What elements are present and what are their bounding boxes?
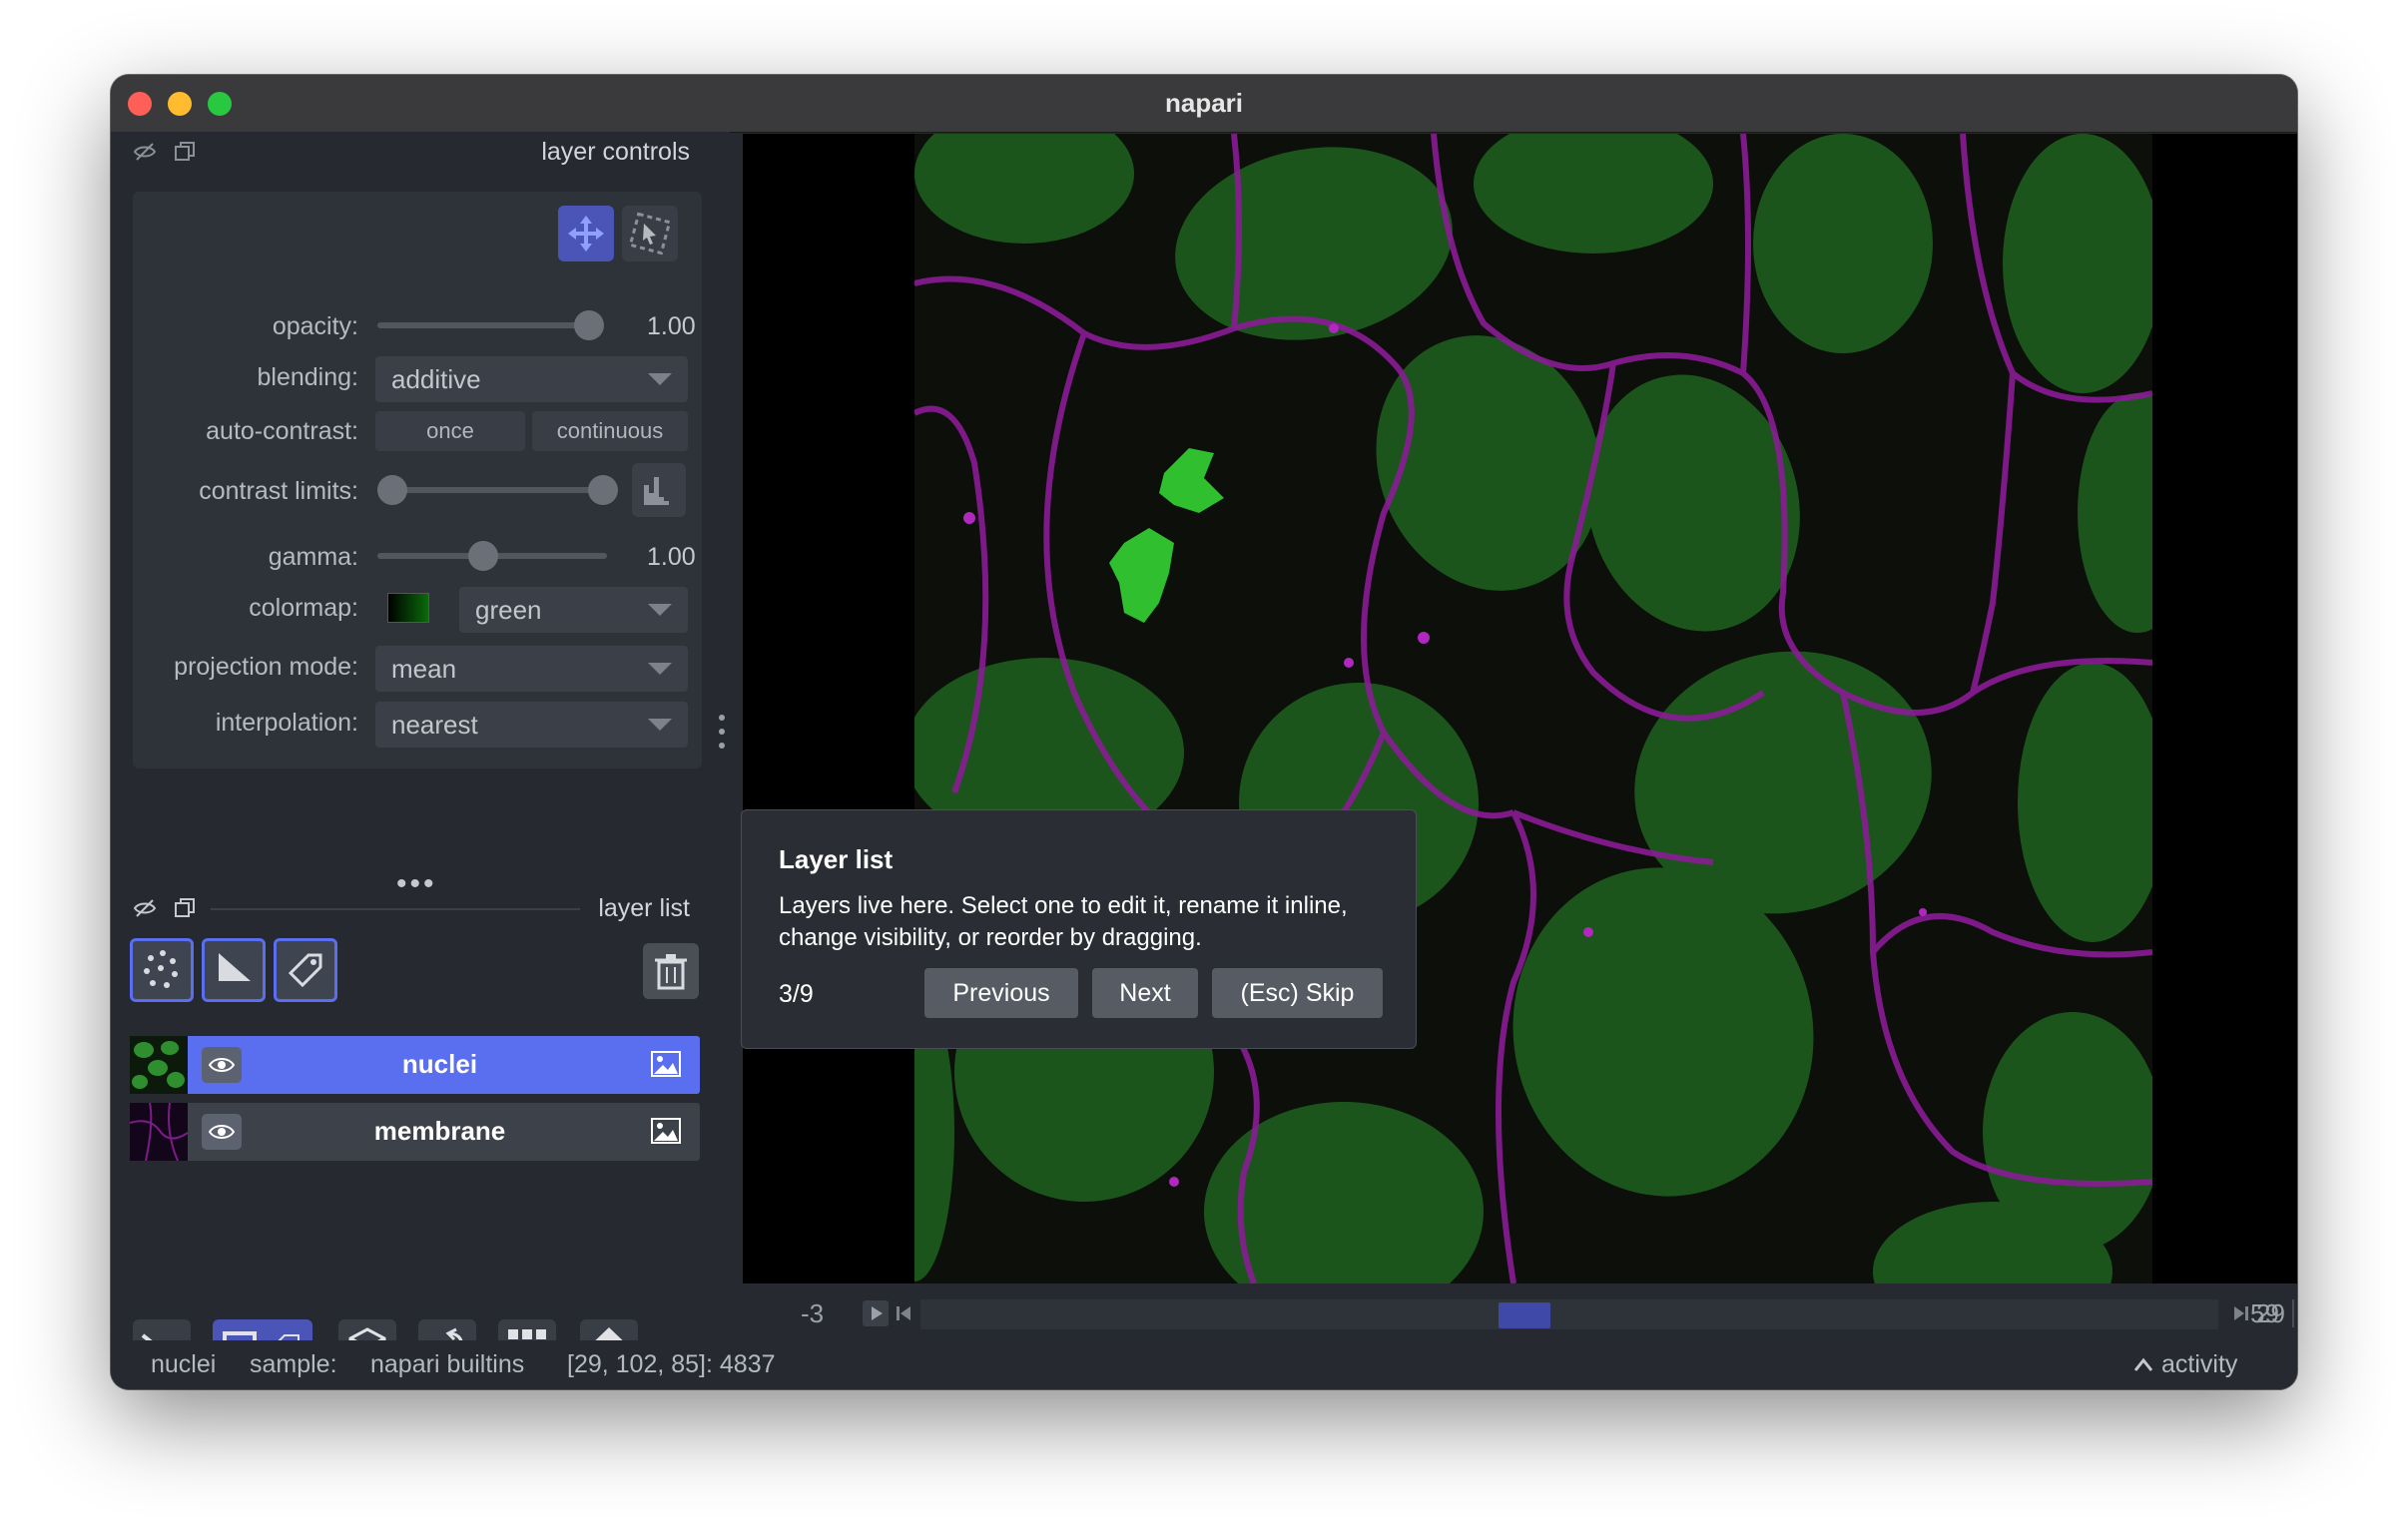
- colormap-swatch: [387, 593, 429, 623]
- interpolation-dropdown[interactable]: nearest: [375, 702, 688, 748]
- new-labels-layer-button[interactable]: [274, 938, 337, 1002]
- play-icon[interactable]: [863, 1300, 889, 1326]
- move-arrows-icon: [568, 216, 604, 252]
- trash-icon: [655, 954, 687, 990]
- histogram-icon: [644, 477, 669, 505]
- hide-dock-icon[interactable]: [133, 140, 157, 164]
- status-sample-label: sample:: [250, 1350, 337, 1378]
- layer-list-title: layer list: [598, 894, 690, 922]
- activity-button[interactable]: activity: [2161, 1350, 2237, 1379]
- gamma-label: gamma:: [268, 543, 358, 571]
- status-coordinates: [29, 102, 85]: 4837: [567, 1350, 776, 1378]
- projection-mode-label: projection mode:: [174, 653, 358, 681]
- previous-button[interactable]: Previous: [924, 968, 1078, 1018]
- vertical-splitter-handle[interactable]: [718, 714, 726, 759]
- next-button[interactable]: Next: [1092, 968, 1198, 1018]
- chevron-down-icon: [648, 604, 672, 616]
- tour-step-counter: 3/9: [779, 980, 814, 1008]
- cell-image: [914, 134, 2152, 1283]
- layer-row-membrane[interactable]: membrane: [129, 1102, 700, 1162]
- colormap-label: colormap:: [249, 594, 358, 622]
- opacity-slider-track[interactable]: [377, 322, 587, 328]
- layer-name[interactable]: nuclei: [260, 1049, 620, 1080]
- tour-popup: Layer list Layers live here. Select one …: [741, 809, 1417, 1049]
- chevron-down-icon: [648, 373, 672, 385]
- layer-name[interactable]: membrane: [260, 1116, 620, 1147]
- chevron-down-icon: [648, 663, 672, 675]
- transform-mode-button[interactable]: [622, 206, 678, 261]
- auto-contrast-label: auto-contrast:: [206, 417, 358, 445]
- divider: [2292, 1299, 2294, 1327]
- status-layer-name: nuclei: [151, 1350, 217, 1378]
- dims-max-value: 59: [2250, 1298, 2279, 1328]
- blending-value: additive: [391, 364, 481, 394]
- histogram-button[interactable]: [632, 463, 686, 517]
- napari-window: napari layer controls opacity: 1.00 blen…: [111, 75, 2297, 1389]
- layer-thumbnail: [129, 1102, 189, 1162]
- float-dock-icon[interactable]: [173, 140, 197, 164]
- visibility-toggle[interactable]: [202, 1114, 242, 1150]
- eye-icon: [208, 1058, 236, 1072]
- blending-label: blending:: [257, 363, 358, 391]
- interpolation-value: nearest: [391, 710, 478, 740]
- delete-layer-button[interactable]: [643, 943, 699, 999]
- new-shapes-layer-button[interactable]: [202, 938, 266, 1002]
- projection-mode-dropdown[interactable]: mean: [375, 646, 688, 692]
- opacity-label: opacity:: [272, 312, 358, 340]
- visibility-toggle[interactable]: [202, 1047, 242, 1083]
- layer-row-nuclei[interactable]: nuclei: [130, 1036, 700, 1094]
- contrast-limits-slider-track[interactable]: [377, 487, 602, 493]
- points-icon: [144, 950, 178, 988]
- title-bar: napari: [111, 75, 2297, 133]
- layer-thumbnail: [130, 1036, 188, 1094]
- skip-button[interactable]: (Esc) Skip: [1212, 968, 1383, 1018]
- float-dock-icon[interactable]: [173, 896, 197, 920]
- layer-controls-title: layer controls: [541, 138, 690, 166]
- dims-slider-bar: -3 29: [743, 1284, 2297, 1342]
- layer-controls-header: layer controls: [111, 132, 730, 172]
- tour-title: Layer list: [779, 844, 894, 874]
- skip-to-start-icon[interactable]: [893, 1302, 914, 1324]
- shapes-icon: [219, 953, 251, 981]
- chevron-up-icon[interactable]: [2132, 1355, 2154, 1373]
- auto-contrast-once-button[interactable]: once: [375, 411, 525, 451]
- layer-list-header: layer list: [111, 888, 730, 928]
- viewer-canvas[interactable]: [743, 134, 2297, 1283]
- layer-controls-panel: opacity: 1.00 blending: additive auto-co…: [133, 192, 702, 768]
- dims-slider-thumb[interactable]: [1499, 1302, 1550, 1328]
- colormap-dropdown[interactable]: green: [459, 587, 688, 633]
- tag-icon: [288, 953, 322, 988]
- auto-contrast-continuous-button[interactable]: continuous: [532, 411, 688, 451]
- dims-slider-track[interactable]: [920, 1299, 2218, 1329]
- pan-zoom-mode-button[interactable]: [558, 206, 614, 261]
- image-view[interactable]: [914, 134, 2152, 1283]
- contrast-limits-max-handle[interactable]: [588, 475, 618, 505]
- window-title: napari: [1164, 88, 1244, 118]
- dims-left-value: -3: [801, 1298, 825, 1328]
- colormap-value: green: [475, 595, 542, 625]
- blending-dropdown[interactable]: additive: [375, 356, 688, 402]
- new-points-layer-button[interactable]: [130, 938, 194, 1002]
- gamma-slider-handle[interactable]: [468, 541, 498, 571]
- hide-dock-icon[interactable]: [133, 896, 157, 920]
- status-sample-value: napari builtins: [370, 1350, 525, 1378]
- opacity-slider-handle[interactable]: [574, 310, 604, 340]
- left-dock: layer controls opacity: 1.00 blending: a…: [111, 132, 730, 1377]
- header-divider: [211, 908, 580, 910]
- contrast-limits-label: contrast limits:: [199, 477, 358, 505]
- tour-body: Layers live here. Select one to edit it,…: [779, 892, 1348, 950]
- skip-to-end-icon[interactable]: [2230, 1302, 2252, 1324]
- projection-mode-value: mean: [391, 654, 457, 684]
- eye-icon: [208, 1125, 236, 1139]
- gamma-value: 1.00: [647, 543, 696, 571]
- image-layer-icon: [651, 1118, 681, 1144]
- image-layer-icon: [651, 1051, 681, 1077]
- interpolation-label: interpolation:: [215, 709, 358, 737]
- opacity-value: 1.00: [647, 312, 696, 340]
- status-bar: nuclei sample: napari builtins [29, 102,…: [111, 1340, 2297, 1389]
- contrast-limits-min-handle[interactable]: [377, 475, 407, 505]
- transform-icon: [628, 212, 672, 256]
- chevron-down-icon: [648, 719, 672, 731]
